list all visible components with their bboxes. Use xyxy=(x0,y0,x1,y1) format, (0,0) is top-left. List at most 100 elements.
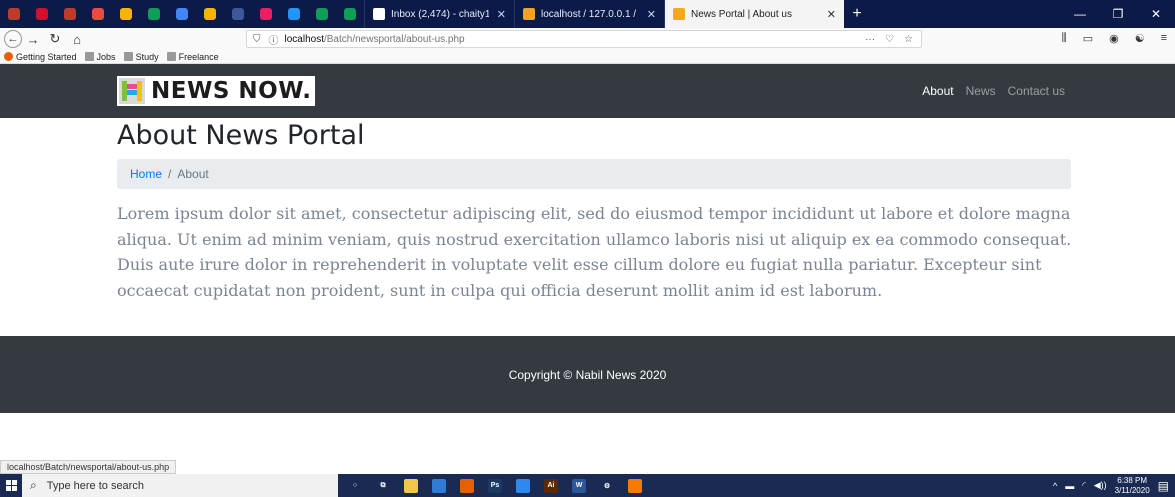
extension-icon[interactable]: ☯ xyxy=(1135,32,1145,45)
menu-icon[interactable]: ≡ xyxy=(1161,32,1167,45)
taskbar-clock[interactable]: 6:38 PM 3/11/2020 xyxy=(1115,476,1150,496)
home-button[interactable]: ⌂ xyxy=(66,32,88,47)
address-bar[interactable]: ⛉ ⓘ localhost/Batch/newsportal/about-us.… xyxy=(246,30,922,48)
pinned-tab[interactable] xyxy=(112,0,140,28)
clock-time: 6:38 PM xyxy=(1117,475,1148,485)
breadcrumb-home-link[interactable]: Home xyxy=(130,167,162,181)
pinned-tab[interactable] xyxy=(28,0,56,28)
back-button[interactable]: ← xyxy=(4,30,22,48)
pinned-tab[interactable] xyxy=(252,0,280,28)
photoshop-icon[interactable]: Ps xyxy=(488,478,502,493)
bookmark-item[interactable]: Freelance xyxy=(166,51,219,62)
toolbar-right: ⫼ ▭ ◉ ☯ ≡ xyxy=(1062,32,1167,45)
bookmark-label: Freelance xyxy=(178,51,219,62)
about-body-text: Lorem ipsum dolor sit amet, consectetur … xyxy=(117,204,1072,300)
app-window-icon[interactable] xyxy=(516,478,530,493)
pinned-tab[interactable] xyxy=(56,0,84,28)
cortana-icon[interactable]: ○ xyxy=(348,479,362,493)
file-explorer-icon[interactable] xyxy=(404,478,418,493)
settings-icon[interactable]: ⚙ xyxy=(600,479,614,493)
bookmark-item[interactable]: Jobs xyxy=(84,51,116,62)
folder-icon xyxy=(84,52,94,61)
taskbar-search-box[interactable]: ⌕ Type here to search xyxy=(22,474,338,497)
firefox-icon[interactable] xyxy=(460,478,474,493)
browser-tab[interactable]: localhost / 127.0.0.1 / newsp ✕ xyxy=(514,0,664,28)
url-host: localhost xyxy=(284,33,324,45)
tracking-shield-icon[interactable]: ⛉ xyxy=(253,34,261,45)
bookmark-label: Study xyxy=(135,51,159,62)
bookmark-item[interactable]: Study xyxy=(123,51,159,62)
minimize-button[interactable]: — xyxy=(1061,7,1099,21)
browser-tab[interactable]: News Portal | About us ✕ xyxy=(664,0,844,28)
nav-link-contact-us[interactable]: Contact us xyxy=(1008,84,1065,98)
close-tab-icon[interactable]: ✕ xyxy=(647,8,656,21)
pinned-tab[interactable] xyxy=(224,0,252,28)
library-icon[interactable]: ⫼ xyxy=(1062,32,1067,45)
copyright-text: Copyright © Nabil News 2020 xyxy=(508,367,667,382)
nav-link-news[interactable]: News xyxy=(966,84,996,98)
tab-title: localhost / 127.0.0.1 / newsp xyxy=(541,8,639,20)
camera-icon xyxy=(288,8,300,20)
pinned-tab[interactable] xyxy=(196,0,224,28)
new-tab-button[interactable]: + xyxy=(844,5,870,23)
close-tab-icon[interactable]: ✕ xyxy=(497,8,506,21)
site-brand[interactable]: NEWS NOW. xyxy=(117,76,316,106)
circle-icon xyxy=(344,8,356,20)
drive-icon xyxy=(176,8,188,20)
flag-icon xyxy=(64,8,76,20)
task-view-icon[interactable]: ⧉ xyxy=(376,479,390,493)
site-nav-links: About News Contact us xyxy=(922,84,1065,98)
bookmark-label: Getting Started xyxy=(16,51,77,62)
window-controls: — ❐ ✕ xyxy=(1061,7,1175,21)
close-window-button[interactable]: ✕ xyxy=(1137,7,1175,21)
xampp-icon[interactable] xyxy=(628,478,642,493)
restore-button[interactable]: ❐ xyxy=(1099,7,1137,21)
bookmark-label: Jobs xyxy=(96,51,116,62)
tab-title: Inbox (2,474) - chaity15-10 xyxy=(391,8,489,20)
bookmark-item[interactable]: Getting Started xyxy=(4,52,77,62)
sidebar-icon[interactable]: ▭ xyxy=(1083,32,1093,45)
illustrator-icon[interactable]: Ai xyxy=(544,478,558,493)
windows-taskbar: ⌕ Type here to search ○ ⧉ Ps Ai W ⚙ ^ ▬ ◜ ◀))… xyxy=(0,474,1175,497)
page-actions-icon[interactable]: ··· xyxy=(865,34,875,45)
mail-icon[interactable] xyxy=(432,478,446,493)
reload-button[interactable]: ↻ xyxy=(44,31,66,47)
breadcrumb: Home / About xyxy=(117,159,1071,189)
site-info-icon[interactable]: ⓘ xyxy=(269,32,279,47)
wifi-icon[interactable]: ◜ xyxy=(1082,480,1086,491)
tab-title: News Portal | About us xyxy=(691,8,792,20)
close-tab-icon[interactable]: ✕ xyxy=(827,8,836,21)
url-path: /Batch/newsportal/about-us.php xyxy=(323,33,465,45)
volume-icon[interactable]: ◀)) xyxy=(1094,480,1107,491)
account-icon[interactable]: ◉ xyxy=(1109,32,1119,45)
tray-overflow-icon[interactable]: ^ xyxy=(1053,481,1057,491)
browser-toolbar: ← → ↻ ⌂ ⛉ ⓘ localhost/Batch/newsportal/a… xyxy=(0,28,1175,50)
windows-logo-icon xyxy=(5,480,17,491)
browser-tab[interactable]: Inbox (2,474) - chaity15-10 ✕ xyxy=(364,0,514,28)
forward-button[interactable]: → xyxy=(22,32,44,47)
nav-link-about[interactable]: About xyxy=(922,84,953,98)
pinned-tab[interactable] xyxy=(84,0,112,28)
bookmark-star-icon[interactable]: ☆ xyxy=(904,34,913,45)
firefox-icon xyxy=(4,52,13,61)
drive-icon xyxy=(148,8,160,20)
circle-icon xyxy=(260,8,272,20)
pinned-tab[interactable] xyxy=(280,0,308,28)
pocket-icon[interactable]: ♡ xyxy=(885,34,894,45)
drive-icon xyxy=(204,8,216,20)
pinned-tab[interactable] xyxy=(308,0,336,28)
pinned-tab[interactable] xyxy=(336,0,364,28)
notifications-icon[interactable]: ▤ xyxy=(1158,479,1169,493)
pinned-tab[interactable] xyxy=(0,0,28,28)
pinned-tab[interactable] xyxy=(168,0,196,28)
battery-icon[interactable]: ▬ xyxy=(1065,481,1074,491)
tab-list: Inbox (2,474) - chaity15-10✕localhost / … xyxy=(364,0,844,28)
opera-icon xyxy=(36,8,48,20)
clock-date: 3/11/2020 xyxy=(1114,485,1150,495)
start-button[interactable] xyxy=(0,474,22,497)
tab-favicon-icon xyxy=(523,8,535,20)
pinned-tab[interactable] xyxy=(140,0,168,28)
word-icon[interactable]: W xyxy=(572,478,586,493)
breadcrumb-current: About xyxy=(177,167,209,181)
taskbar-apps: ○ ⧉ Ps Ai W ⚙ xyxy=(348,478,642,493)
